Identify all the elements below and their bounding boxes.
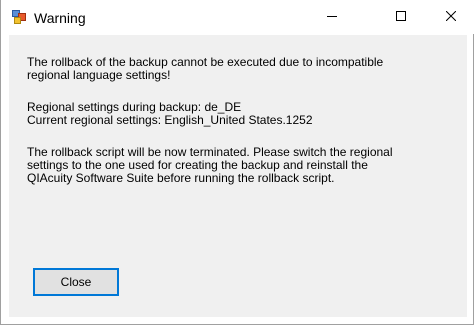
title-bar[interactable]: Warning bbox=[1, 0, 475, 34]
message-regional-settings: Regional settings during backup: de_DE C… bbox=[27, 100, 313, 127]
minimize-button[interactable] bbox=[309, 0, 355, 34]
maximize-button[interactable] bbox=[378, 0, 424, 34]
window-title: Warning bbox=[34, 10, 86, 26]
message-rollback-terminated: The rollback script will be now terminat… bbox=[27, 145, 393, 185]
warning-dialog-window: Warning The rollback of the backup canno… bbox=[0, 0, 475, 325]
maximize-icon bbox=[396, 8, 406, 26]
minimize-icon bbox=[327, 8, 337, 26]
title-close-button[interactable] bbox=[428, 0, 474, 34]
message-incompatible-settings: The rollback of the backup cannot be exe… bbox=[27, 55, 384, 82]
close-button[interactable]: Close bbox=[33, 268, 119, 296]
close-icon bbox=[445, 8, 457, 26]
warning-app-icon bbox=[12, 10, 26, 24]
